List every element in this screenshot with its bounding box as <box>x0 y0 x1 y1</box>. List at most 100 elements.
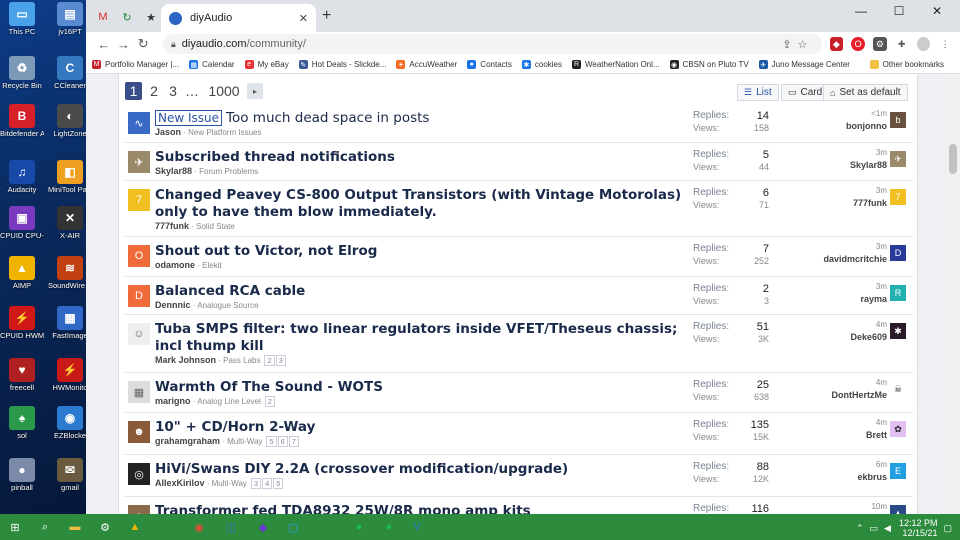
last-post-time[interactable]: <1m <box>793 108 887 120</box>
thread-page-link[interactable]: 5 <box>273 478 284 489</box>
page-ellipsis[interactable]: … <box>185 82 199 100</box>
last-post-time[interactable]: 3m <box>793 147 887 159</box>
thread-author-link[interactable]: Dennnic <box>155 300 191 310</box>
thread-page-link[interactable]: 6 <box>277 436 288 447</box>
thread-title-link[interactable]: Tuba SMPS filter: two linear regulators … <box>155 321 677 354</box>
thread-page-link[interactable]: 5 <box>266 436 277 447</box>
thread-forum-link[interactable]: Analog Line Level <box>197 397 261 406</box>
refresh-tab-icon[interactable]: ↻ <box>116 6 138 28</box>
extension-opera-icon[interactable]: O <box>851 37 865 51</box>
thread-row[interactable]: 7 Changed Peavey CS-800 Output Transistor… <box>125 180 913 236</box>
thread-page-link[interactable]: 3 <box>250 478 262 489</box>
last-post-avatar[interactable]: E <box>890 463 906 479</box>
thread-forum-link[interactable]: Multi-Way <box>212 479 247 488</box>
share-star-icons[interactable]: ⇪☆ <box>782 38 813 51</box>
thread-row[interactable]: ◎ HiVi/Swans DIY 2.2A (crossover modifica… <box>125 454 913 496</box>
thread-title-link[interactable]: Shout out to Victor, not Elrog <box>155 243 377 259</box>
thread-forum-link[interactable]: New Platform Issues <box>188 128 261 137</box>
thread-title-link[interactable]: Too much dead space in posts <box>226 110 429 126</box>
page-1[interactable]: 1 <box>125 82 142 100</box>
page-2[interactable]: 2 <box>147 82 161 100</box>
profile-avatar[interactable] <box>916 37 931 51</box>
volume-icon[interactable]: ◀︎ <box>884 523 891 534</box>
tray-chevron-icon[interactable]: ⌃ <box>856 523 864 534</box>
last-post-time[interactable]: 4m <box>793 319 887 331</box>
new-tab-button[interactable]: + <box>322 7 331 25</box>
taskbar-app-icon[interactable]: ● <box>380 518 398 536</box>
taskbar-app-icon[interactable]: ⊞ <box>6 518 24 536</box>
thread-title-link[interactable]: Subscribed thread notifications <box>155 149 395 165</box>
desktop-icon-9[interactable]: ▣ CPUID CPU-Z <box>0 206 44 240</box>
desktop-icon-5[interactable]: B Bitdefender Antivirus Free <box>0 104 44 138</box>
thread-author-avatar[interactable]: O <box>128 245 150 267</box>
bookmark-item[interactable]: ◉ CBSN on Pluto TV <box>669 60 749 69</box>
taskbar-app-icon[interactable]: ◫ <box>222 518 240 536</box>
last-post-time[interactable]: 6m <box>793 459 887 471</box>
last-post-time[interactable]: 4m <box>793 377 887 389</box>
last-post-avatar[interactable]: R <box>890 285 906 301</box>
last-post-avatar[interactable]: ☠ <box>890 381 906 397</box>
taskbar-app-icon[interactable]: ▬ <box>66 518 84 536</box>
thread-row[interactable]: ▲ Transformer fed TDA8932 25W/8R mono amp… <box>125 496 913 514</box>
taskbar-app-icon[interactable]: ● <box>350 518 368 536</box>
star-tab-icon[interactable]: ★ <box>140 6 162 28</box>
thread-page-link[interactable]: 3 <box>275 355 286 366</box>
taskbar-app-icon[interactable]: ⚙ <box>96 518 114 536</box>
thread-author-link[interactable]: Jason <box>155 127 181 137</box>
page-3[interactable]: 3 <box>166 82 180 100</box>
thread-author-avatar[interactable]: ▦ <box>128 381 150 403</box>
back-icon[interactable]: ← <box>94 37 114 52</box>
desktop-icon-17[interactable]: ♠ sol <box>0 406 44 440</box>
thread-row[interactable]: ✈ Subscribed thread notifications Skylar88… <box>125 142 913 180</box>
view-list-button[interactable]: ☰ List <box>737 84 779 101</box>
address-bar[interactable]: 🔒︎ diyaudio.com/community/ ⇪☆ <box>162 34 822 54</box>
taskbar-app-icon[interactable]: V <box>408 518 426 536</box>
bookmark-item[interactable]: R WeatherNation Onl... <box>572 60 660 69</box>
tab-diyaudio[interactable]: diyAudio ✕ <box>161 4 316 32</box>
thread-title-link[interactable]: Transformer fed TDA8932 25W/8R mono amp … <box>155 503 531 514</box>
page-last[interactable]: 1000 <box>207 82 241 100</box>
bookmark-item[interactable]: e My eBay <box>244 60 289 69</box>
menu-kebab-icon[interactable]: ⋮ <box>938 37 952 51</box>
thread-author-avatar[interactable]: ☻ <box>128 421 150 443</box>
minimize-button[interactable]: — <box>846 4 876 18</box>
bookmark-item[interactable]: ✱ cookies <box>521 60 562 69</box>
thread-forum-link[interactable]: Solid State <box>196 222 235 231</box>
maximize-button[interactable]: ☐ <box>884 4 914 18</box>
thread-row[interactable]: ▦ Warmth Of The Sound - WOTS marigno · Ana… <box>125 372 913 412</box>
thread-author-link[interactable]: grahamgraham <box>155 436 220 446</box>
thread-forum-link[interactable]: Analogue Source <box>197 301 258 310</box>
thread-title-link[interactable]: 10" + CD/Horn 2-Way <box>155 419 315 435</box>
thread-title-link[interactable]: Warmth Of The Sound - WOTS <box>155 379 383 395</box>
taskbar-app-icon[interactable]: ▲ <box>126 518 144 536</box>
bookmark-item[interactable]: M Portfolio Manager |... <box>92 60 179 69</box>
thread-forum-link[interactable]: Elekit <box>202 261 222 270</box>
extensions-puzzle-icon[interactable]: ✚ <box>895 37 909 51</box>
thread-author-avatar[interactable]: ∿ <box>128 112 150 134</box>
bookmark-item[interactable]: ✈ Juno Message Center <box>758 60 850 69</box>
page-scrollbar[interactable] <box>946 74 960 514</box>
last-post-time[interactable]: 3m <box>793 241 887 253</box>
thread-author-link[interactable]: 777funk <box>155 221 189 231</box>
last-post-user[interactable]: davidmcritchie <box>793 253 887 265</box>
thread-title-link[interactable]: Changed Peavey CS-800 Output Transistors… <box>155 187 681 220</box>
close-window-button[interactable]: ✕ <box>922 4 952 18</box>
last-post-avatar[interactable]: D <box>890 245 906 261</box>
last-post-avatar[interactable]: ✈ <box>890 151 906 167</box>
scrollbar-thumb[interactable] <box>949 144 957 174</box>
last-post-user[interactable]: Skylar88 <box>793 159 887 171</box>
thread-forum-link[interactable]: Pass Labs <box>223 356 260 365</box>
bookmark-item[interactable]: ✎ Hot Deals - Slickde... <box>298 60 386 69</box>
last-post-avatar[interactable]: ▲ <box>890 505 906 514</box>
last-post-user[interactable]: rayma <box>793 293 887 305</box>
thread-author-link[interactable]: Mark Johnson <box>155 355 216 365</box>
clock[interactable]: 12:12 PM 12/15/21 <box>899 518 938 538</box>
last-post-user[interactable]: DontHertzMe <box>793 389 888 401</box>
last-post-avatar[interactable]: ✿ <box>890 421 906 437</box>
desktop-icon-7[interactable]: ♫ Audacity <box>0 160 44 194</box>
last-post-time[interactable]: 3m <box>793 185 887 197</box>
extension-shield-icon[interactable]: ◆ <box>829 37 844 51</box>
last-post-user[interactable]: Deke609 <box>793 331 887 343</box>
desktop-icon-15[interactable]: ♥ freecell <box>0 358 44 392</box>
thread-author-link[interactable]: Skylar88 <box>155 166 192 176</box>
